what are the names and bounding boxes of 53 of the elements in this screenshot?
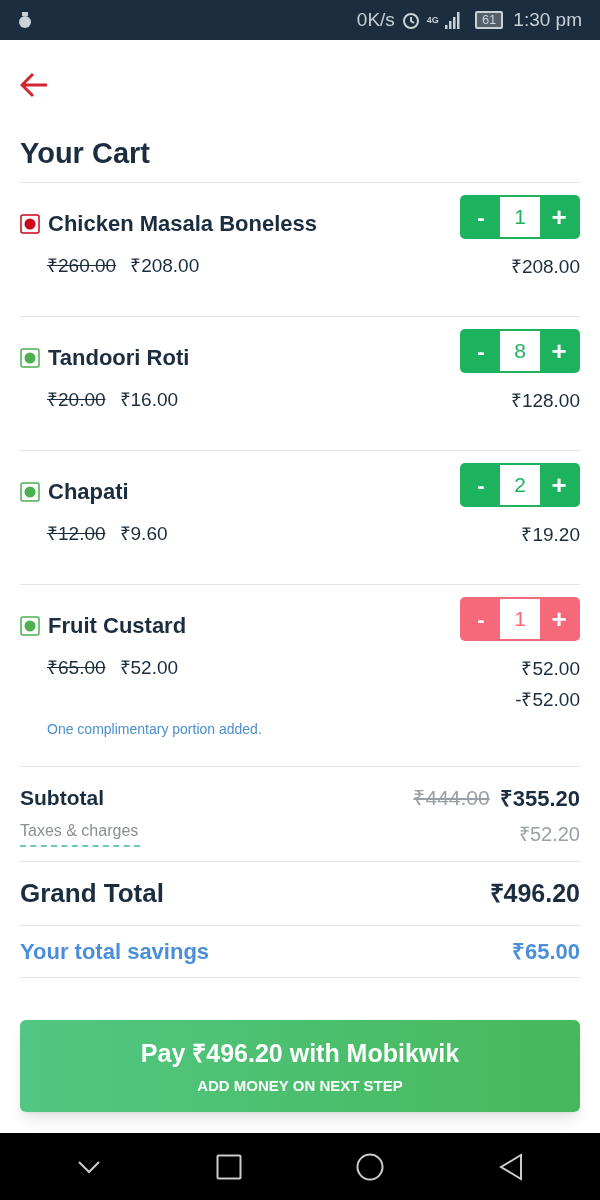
quantity-value: 1 (500, 599, 540, 639)
complimentary-note: One complimentary portion added. (47, 719, 263, 739)
original-price: ₹20.00 (47, 388, 106, 412)
item-name: Chapati (48, 478, 129, 506)
back-icon[interactable] (498, 1152, 523, 1181)
quantity-value: 2 (500, 465, 540, 505)
grand-total-amount: ₹496.20 (489, 877, 580, 909)
item-total: ₹208.00 (510, 255, 580, 279)
item-name: Chicken Masala Boneless (48, 210, 317, 238)
item-price: ₹208.00 (130, 254, 200, 278)
quantity-value: 1 (500, 197, 540, 237)
item-name: Tandoori Roti (48, 344, 190, 372)
grenade-icon (18, 10, 32, 30)
subtotal-original: ₹444.00 (413, 785, 490, 812)
item-price: ₹52.00 (119, 656, 179, 680)
item-price: ₹16.00 (119, 388, 179, 412)
back-arrow-icon[interactable] (20, 72, 48, 98)
chevron-down-icon[interactable] (77, 1159, 102, 1174)
item-total: ₹52.00 (521, 657, 580, 681)
original-price: ₹260.00 (47, 254, 117, 278)
increase-button[interactable]: + (540, 599, 578, 639)
network-type: 4G (426, 13, 439, 27)
network-speed: 0K/s (356, 7, 395, 32)
subtotal-label: Subtotal (20, 785, 104, 812)
home-icon[interactable] (356, 1152, 385, 1181)
page-title: Your Cart (20, 136, 151, 171)
battery-level: 61 (474, 11, 504, 29)
recent-apps-icon[interactable] (215, 1153, 242, 1180)
item-total: ₹128.00 (510, 389, 580, 413)
taxes-link[interactable]: Taxes & charges (20, 819, 140, 847)
taxes-amount: ₹52.20 (518, 822, 580, 847)
item-name: Fruit Custard (48, 612, 187, 640)
increase-button[interactable]: + (540, 197, 578, 237)
decrease-button[interactable]: - (462, 197, 500, 237)
savings-label: Your total savings (20, 938, 210, 966)
signal-icon (444, 11, 461, 29)
grand-total-label: Grand Total (20, 877, 164, 910)
decrease-button[interactable]: - (462, 465, 500, 505)
original-price: ₹65.00 (47, 656, 106, 680)
original-price: ₹12.00 (47, 522, 106, 546)
increase-button[interactable]: + (540, 465, 578, 505)
subtotal-amount: ₹355.20 (499, 784, 580, 813)
increase-button[interactable]: + (540, 331, 578, 371)
item-price: ₹9.60 (119, 522, 168, 546)
decrease-button[interactable]: - (462, 599, 500, 639)
clock: 1:30 pm (513, 7, 582, 32)
alarm-icon (400, 10, 421, 30)
decrease-button[interactable]: - (462, 331, 500, 371)
savings-amount: ₹65.00 (511, 938, 580, 966)
pay-button[interactable]: Pay ₹496.20 with Mobikwik ADD MONEY ON NEXT STEP (20, 1020, 580, 1112)
item-total: ₹19.20 (521, 523, 580, 547)
quantity-value: 8 (500, 331, 540, 371)
discount-amount: -₹52.00 (515, 687, 580, 712)
